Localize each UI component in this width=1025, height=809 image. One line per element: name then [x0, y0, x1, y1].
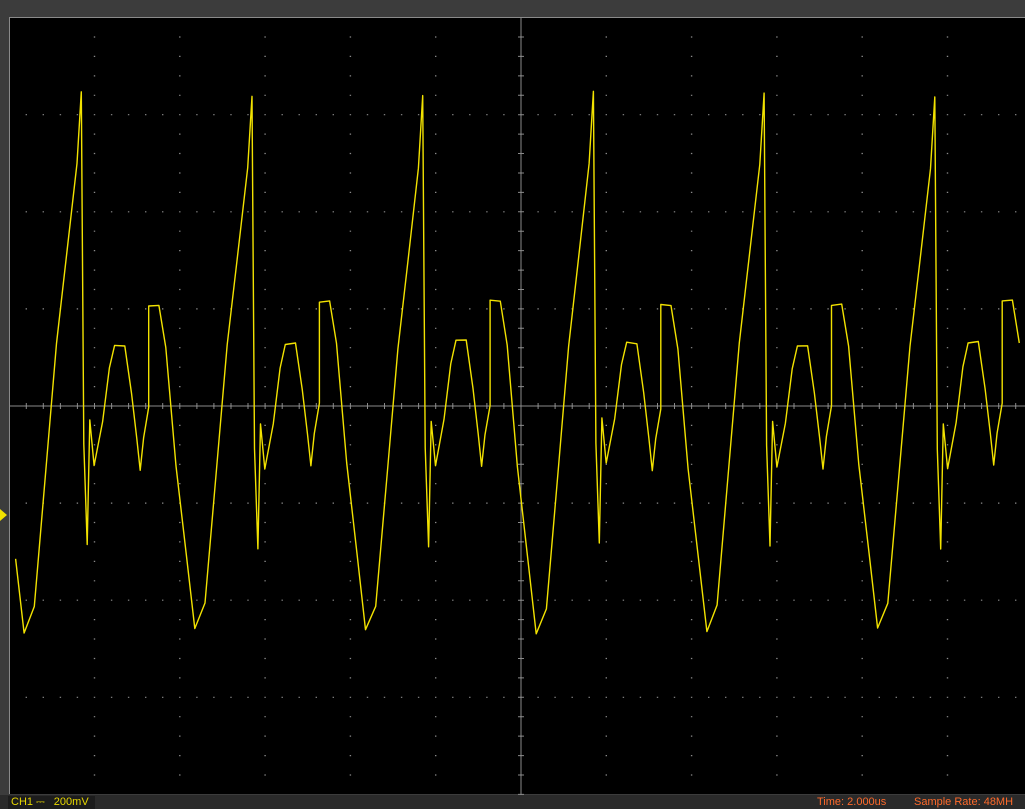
ch1-waveform-trace	[14, 90, 1020, 635]
trigger-level-marker-icon[interactable]	[0, 509, 7, 521]
channel-label: CH1	[11, 796, 34, 808]
scope-display[interactable]	[9, 17, 1025, 795]
dc-coupling-icon: ⎓	[36, 796, 45, 808]
status-bar: CH1 ⎓ 200mV Time: 2.000us Sample Rate: 48M…	[0, 795, 1025, 809]
volts-per-div: 200mV	[53, 796, 89, 808]
waveform-plot	[10, 18, 1025, 795]
timebase-readout: Time: 2.000us	[817, 796, 887, 808]
sample-rate-readout: Sample Rate: 48MH	[914, 796, 1014, 808]
channel-1-indicator[interactable]: CH1 ⎓ 200mV	[8, 796, 95, 809]
